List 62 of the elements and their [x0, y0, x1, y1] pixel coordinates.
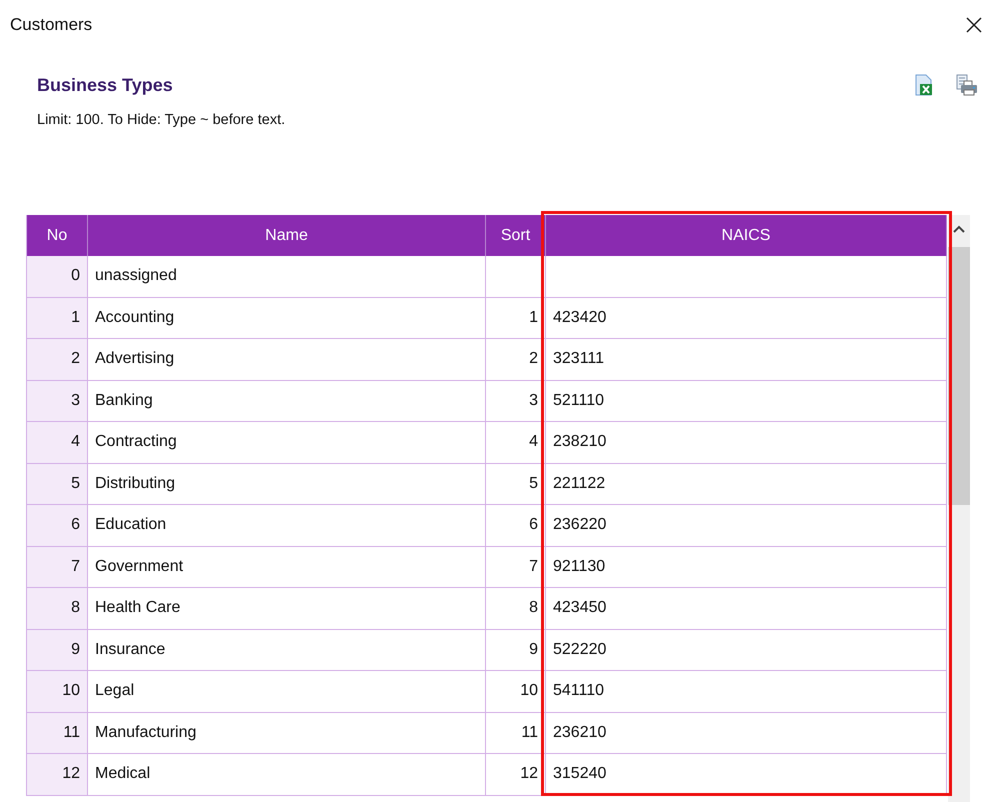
- row-number: 10: [27, 671, 88, 712]
- printer-icon[interactable]: [956, 74, 978, 96]
- table-cell: Health Care: [88, 588, 486, 630]
- close-icon[interactable]: [966, 17, 982, 33]
- table-cell: 3: [486, 380, 546, 422]
- table-cell: 522220: [546, 630, 947, 671]
- table-cell: 221122: [546, 464, 947, 505]
- table-cell: 10: [486, 671, 546, 712]
- scroll-up-icon[interactable]: [953, 225, 965, 233]
- table-cell: Advertising: [88, 339, 486, 380]
- table-cell: Accounting: [88, 298, 486, 339]
- table-cell: 8: [486, 588, 546, 630]
- table-cell: 921130: [546, 546, 947, 588]
- table-cell: Education: [88, 505, 486, 546]
- table-cell: Banking: [88, 380, 486, 422]
- row-number: 1: [27, 298, 88, 339]
- row-number: 6: [27, 505, 88, 546]
- column-header[interactable]: Sort: [486, 215, 546, 256]
- spreadsheet-export-icon[interactable]: [915, 74, 933, 96]
- row-number: 9: [27, 630, 88, 671]
- column-header[interactable]: No: [27, 215, 88, 256]
- table-cell: 6: [486, 505, 546, 546]
- table-cell: Manufacturing: [88, 712, 486, 754]
- window-title: Customers: [10, 15, 92, 35]
- row-number: 12: [27, 754, 88, 796]
- table-cell: 323111: [546, 339, 947, 380]
- table-cell: 12: [486, 754, 546, 796]
- column-header[interactable]: Name: [88, 215, 486, 256]
- row-number: 2: [27, 339, 88, 380]
- row-number: 8: [27, 588, 88, 630]
- table-cell: 7: [486, 546, 546, 588]
- hint-text: Limit: 100. To Hide: Type ~ before text.: [36, 111, 286, 130]
- table-cell: 521110: [546, 380, 947, 422]
- section-heading: Business Types: [37, 74, 173, 96]
- table-cell: 315240: [546, 754, 947, 796]
- table-cell: Contracting: [88, 422, 486, 464]
- table-cell: Medical: [88, 754, 486, 796]
- table-cell: 1: [486, 298, 546, 339]
- table-cell: 2: [486, 339, 546, 380]
- table-cell: unassigned: [88, 256, 486, 298]
- table-cell: 541110: [546, 671, 947, 712]
- table-cell: Government: [88, 546, 486, 588]
- table-cell: 4: [486, 422, 546, 464]
- row-number: 3: [27, 380, 88, 422]
- table-cell: [486, 256, 546, 298]
- table-cell: 423420: [546, 298, 947, 339]
- table-cell: 5: [486, 464, 546, 505]
- row-number: 4: [27, 422, 88, 464]
- table-cell: 423450: [546, 588, 947, 630]
- table-cell: Insurance: [88, 630, 486, 671]
- row-number: 5: [27, 464, 88, 505]
- table-cell: Legal: [88, 671, 486, 712]
- table-cell: 236220: [546, 505, 947, 546]
- column-header[interactable]: NAICS: [546, 215, 947, 256]
- row-number: 0: [27, 256, 88, 298]
- row-number: 7: [27, 546, 88, 588]
- table-cell: 236210: [546, 712, 947, 754]
- table-cell: 9: [486, 630, 546, 671]
- table-cell: 238210: [546, 422, 947, 464]
- table-cell: Distributing: [88, 464, 486, 505]
- row-number: 11: [27, 712, 88, 754]
- table-cell: 11: [486, 712, 546, 754]
